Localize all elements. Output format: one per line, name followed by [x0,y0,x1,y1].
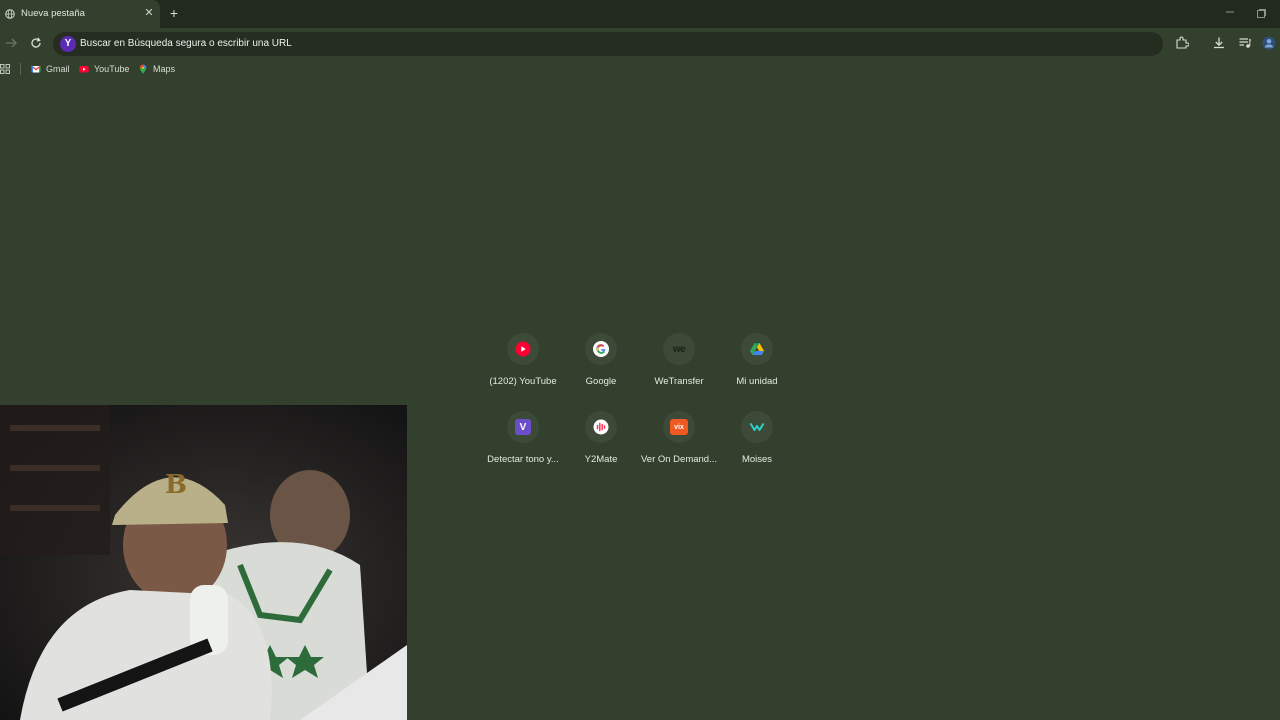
shortcut-label: Moises [741,454,773,465]
bookmark-label: Maps [153,64,176,74]
tab-title: Nueva pestaña [21,8,85,19]
shortcut-y2mate[interactable]: Y2Mate [562,411,640,483]
shortcut-label: Detectar tono y... [487,454,559,465]
shortcut-icon-circle [741,411,773,443]
y2mate-icon [593,419,609,435]
restore-icon[interactable] [1256,8,1267,19]
shortcut-wetransfer[interactable]: we WeTransfer [640,333,718,405]
shortcut-label: WeTransfer [654,376,704,387]
shortcut-label: Y2Mate [584,454,618,465]
bookmark-label: YouTube [94,64,130,74]
shortcut-icon-circle: V [507,411,539,443]
bookmark-label: Gmail [46,64,70,74]
forward-icon[interactable] [4,37,18,49]
youtube-icon [79,66,89,73]
plus-icon[interactable]: + [167,6,181,20]
vocalremover-icon: V [515,419,531,435]
shortcut-label: Google [585,376,617,387]
shortcut-mi-unidad[interactable]: Mi unidad [718,333,796,405]
wetransfer-icon: we [672,343,686,355]
download-icon[interactable] [1212,36,1226,50]
globe-icon [5,9,15,19]
bookmark-maps[interactable]: Maps [138,62,175,76]
bookmarks-bar: Gmail YouTube Maps [0,58,1280,80]
tab-strip: Nueva pestaña ✕ + [0,0,1280,28]
toolbar: Y Buscar en Búsqueda segura o escribir u… [0,28,1280,58]
bookmarks-separator [20,63,21,75]
youtube-icon [515,341,531,357]
reload-icon[interactable] [29,36,43,50]
shortcut-google[interactable]: Google [562,333,640,405]
google-drive-icon [750,343,764,355]
shortcut-icon-circle: we [663,333,695,365]
close-icon[interactable]: ✕ [143,6,155,20]
address-bar[interactable]: Y Buscar en Búsqueda segura o escribir u… [53,32,1163,56]
shortcut-youtube[interactable]: (1202) YouTube [484,333,562,405]
shortcut-icon-circle: vix [663,411,695,443]
shortcut-icon-circle [585,333,617,365]
shortcut-label: Ver On Demand... [640,454,718,465]
shortcut-icon-circle [585,411,617,443]
google-icon [593,341,609,357]
webcam-overlay: B [0,405,407,720]
bookmark-youtube[interactable]: YouTube [79,62,129,76]
address-bar-text: Buscar en Búsqueda segura o escribir una… [80,38,292,49]
bookmark-gmail[interactable]: Gmail [31,62,70,76]
moises-icon [749,422,765,431]
shortcut-icon-circle [507,333,539,365]
webcam-scene: B [0,405,407,720]
yahoo-search-icon: Y [60,36,76,52]
tab-new-tab[interactable]: Nueva pestaña ✕ [0,0,160,28]
shortcut-vix[interactable]: vix Ver On Demand... [640,411,718,483]
media-queue-icon[interactable] [1238,36,1252,50]
maps-icon [139,64,147,74]
apps-grid-icon[interactable] [0,64,10,74]
shortcut-moises[interactable]: Moises [718,411,796,483]
profile-avatar-icon[interactable] [1262,36,1276,50]
shortcut-label: (1202) YouTube [489,376,557,387]
svg-text:B: B [165,470,187,500]
vix-icon: vix [670,419,688,435]
minimize-icon[interactable] [1224,6,1236,18]
shortcut-icon-circle [741,333,773,365]
gmail-icon [31,65,41,73]
extensions-icon[interactable] [1175,36,1189,50]
shortcut-label: Mi unidad [736,376,778,387]
shortcut-detectar-tono[interactable]: V Detectar tono y... [484,411,562,483]
